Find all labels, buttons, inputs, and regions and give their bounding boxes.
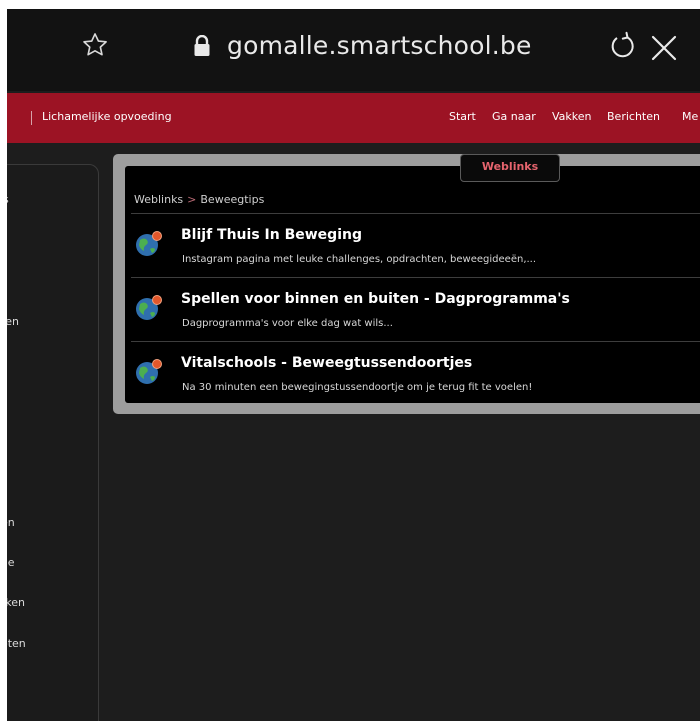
- nav-item-berichten[interactable]: Berichten: [607, 110, 660, 123]
- app-window: gomalle.smartschool.be Lichamelijke opvo…: [7, 9, 700, 721]
- weblink-description: Na 30 minuten een bewegingstussendoortje…: [182, 382, 533, 393]
- sidebar-item[interactable]: noten: [7, 637, 26, 650]
- weblink-title[interactable]: Vitalschools - Beweegtussendoortjes: [181, 355, 472, 371]
- close-icon[interactable]: [650, 34, 678, 66]
- nav-item-vakken[interactable]: Vakken: [552, 110, 592, 123]
- browser-address-bar: gomalle.smartschool.be: [7, 9, 700, 91]
- breadcrumb-weblinks[interactable]: Weblinks: [134, 193, 183, 206]
- sidebar-item[interactable]: en: [7, 356, 8, 369]
- weblink-description: Instagram pagina met leuke challenges, o…: [182, 254, 537, 265]
- weblinks-content: Weblinks > Beweegtips Blijf Thuis In Beweg…: [125, 166, 700, 403]
- sidebar-item[interactable]: gen: [7, 516, 15, 529]
- globe-link-icon: [136, 295, 162, 320]
- breadcrumb-beweegtips[interactable]: Beweegtips: [200, 193, 264, 206]
- globe-link-icon: [136, 231, 162, 256]
- main-navigation: Lichamelijke opvoeding Start Ga naar Vak…: [7, 93, 700, 143]
- weblink-item[interactable]: Blijf Thuis In Beweging Instagram pagina…: [125, 214, 700, 278]
- globe-link-icon: [136, 359, 162, 384]
- weblink-item[interactable]: Vitalschools - Beweegtussendoortjes Na 3…: [125, 342, 700, 406]
- sidebar-item[interactable]: nten: [7, 315, 19, 328]
- sidebar-item[interactable]: erken: [7, 596, 25, 609]
- nav-course-title[interactable]: Lichamelijke opvoeding: [42, 110, 172, 123]
- star-icon[interactable]: [81, 31, 109, 63]
- sidebar: ws nten en gen one erken noten: [7, 164, 99, 721]
- nav-item-start[interactable]: Start: [449, 110, 476, 123]
- nav-item-more[interactable]: Me: [682, 110, 698, 123]
- weblink-title[interactable]: Spellen voor binnen en buiten - Dagprogr…: [181, 291, 570, 307]
- sidebar-item[interactable]: ws: [7, 193, 9, 206]
- nav-item-ga-naar[interactable]: Ga naar: [492, 110, 536, 123]
- weblink-title[interactable]: Blijf Thuis In Beweging: [181, 227, 362, 243]
- lock-icon: [193, 34, 211, 61]
- tab-weblinks[interactable]: Weblinks: [460, 154, 560, 182]
- nav-separator: [31, 111, 32, 125]
- url-text[interactable]: gomalle.smartschool.be: [227, 31, 532, 60]
- sidebar-item[interactable]: one: [7, 556, 14, 569]
- weblink-description: Dagprogramma's voor elke dag wat wils...: [182, 318, 393, 329]
- reload-icon[interactable]: [607, 31, 637, 65]
- weblink-item[interactable]: Spellen voor binnen en buiten - Dagprogr…: [125, 278, 700, 342]
- breadcrumb-separator: >: [187, 193, 197, 206]
- breadcrumb: Weblinks > Beweegtips: [134, 193, 264, 206]
- weblinks-panel: Weblinks > Beweegtips Blijf Thuis In Beweg…: [113, 154, 700, 414]
